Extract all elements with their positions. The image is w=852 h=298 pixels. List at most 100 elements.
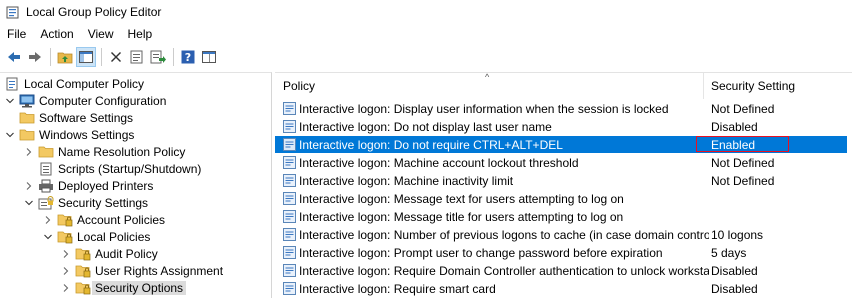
- policy-setting-icon: [283, 263, 297, 278]
- security-setting-value: Not Defined: [711, 101, 775, 116]
- policy-name: Interactive logon: Do not require CTRL+A…: [299, 137, 563, 152]
- tree-item[interactable]: Windows Settings: [4, 126, 134, 143]
- policy-name: Interactive logon: Require Domain Contro…: [299, 263, 709, 278]
- help-icon[interactable]: ?: [178, 47, 198, 67]
- table-row[interactable]: Interactive logon: Machine account locko…: [275, 154, 847, 171]
- chevron-right-icon[interactable]: [42, 214, 54, 226]
- folder-icon: [19, 128, 35, 142]
- table-row[interactable]: Interactive logon: Require Domain Contro…: [275, 262, 847, 279]
- tree-item[interactable]: Audit Policy: [60, 245, 158, 262]
- chevron-right-icon[interactable]: [60, 248, 72, 260]
- tree-item-label: Windows Settings: [39, 127, 135, 142]
- chevron-right-icon[interactable]: [23, 180, 35, 192]
- chevron-down-icon[interactable]: [4, 129, 16, 141]
- menu-file[interactable]: File: [0, 27, 33, 41]
- locked-folder-icon: [75, 264, 91, 278]
- column-divider[interactable]: [703, 73, 704, 99]
- chevron-right-icon[interactable]: [60, 282, 72, 294]
- menu-bar: File Action View Help: [0, 24, 159, 44]
- locked-folder-icon: [75, 281, 91, 295]
- locked-folder-icon: [57, 213, 73, 227]
- security-setting-value: Not Defined: [711, 173, 775, 188]
- up-folder-icon[interactable]: [55, 47, 75, 67]
- security-setting-value: 10 logons: [711, 227, 764, 242]
- tree-item-label: Security Options: [92, 280, 187, 295]
- table-row[interactable]: Interactive logon: Do not display last u…: [275, 118, 847, 135]
- table-row[interactable]: Interactive logon: Machine inactivity li…: [275, 172, 847, 189]
- forward-arrow-icon[interactable]: [25, 47, 45, 67]
- tree-item[interactable]: Local Computer Policy: [4, 75, 144, 92]
- policy-setting-icon: [283, 155, 297, 170]
- tree-item-label: Deployed Printers: [58, 178, 154, 193]
- locked-folder-icon: [57, 230, 73, 244]
- column-header-security-setting[interactable]: Security Setting: [711, 79, 795, 93]
- toolbar-separator: [50, 48, 51, 66]
- policy-scroll-icon: [4, 77, 20, 91]
- tree-item[interactable]: Account Policies: [42, 211, 165, 228]
- tree-item[interactable]: Software Settings: [4, 109, 133, 126]
- column-header-policy[interactable]: Policy: [283, 79, 315, 93]
- sort-ascending-icon: ^: [485, 72, 490, 82]
- table-row[interactable]: Interactive logon: Do not require CTRL+A…: [275, 136, 847, 153]
- console-tree: Local Computer Policy Computer Configurat…: [0, 72, 272, 298]
- menu-view[interactable]: View: [81, 27, 121, 41]
- tree-item[interactable]: Name Resolution Policy: [23, 143, 185, 160]
- policy-name: Interactive logon: Message title for use…: [299, 209, 624, 224]
- back-arrow-icon[interactable]: [4, 47, 24, 67]
- tree-item[interactable]: User Rights Assignment: [60, 262, 223, 279]
- tree-item[interactable]: Computer Configuration: [4, 92, 166, 109]
- tree-item[interactable]: Security Settings: [23, 194, 148, 211]
- security-setting-value: 5 days: [711, 245, 747, 260]
- policy-setting-icon: [283, 227, 297, 242]
- policy-setting-icon: [283, 137, 297, 152]
- security-setting-value: Disabled: [711, 263, 758, 278]
- table-row[interactable]: Interactive logon: Message title for use…: [275, 208, 847, 225]
- tree-item[interactable]: Security Options: [60, 279, 187, 296]
- policy-name: Interactive logon: Prompt user to change…: [299, 245, 663, 260]
- tree-item[interactable]: Local Policies: [42, 228, 150, 245]
- security-icon: [38, 195, 54, 210]
- policy-setting-icon: [283, 173, 297, 188]
- script-icon: [38, 162, 54, 176]
- policy-setting-icon: [283, 191, 297, 206]
- delete-icon[interactable]: [106, 47, 126, 67]
- tree-item[interactable]: Deployed Printers: [23, 177, 153, 194]
- policy-name: Interactive logon: Message text for user…: [299, 191, 624, 206]
- menu-action[interactable]: Action: [33, 27, 80, 41]
- policy-setting-icon: [283, 119, 297, 134]
- show-hide-tree-icon[interactable]: [76, 47, 96, 67]
- chevron-right-icon[interactable]: [23, 146, 35, 158]
- policy-name: Interactive logon: Display user informat…: [299, 101, 669, 116]
- chevron-right-icon[interactable]: [60, 265, 72, 277]
- tree-item-label: User Rights Assignment: [95, 263, 224, 278]
- table-row[interactable]: Interactive logon: Number of previous lo…: [275, 226, 847, 243]
- policy-setting-icon: [283, 101, 297, 116]
- chevron-down-icon[interactable]: [23, 197, 35, 209]
- table-row[interactable]: Interactive logon: Message text for user…: [275, 190, 847, 207]
- title-bar: Local Group Policy Editor: [0, 0, 852, 24]
- table-row[interactable]: Interactive logon: Require smart card Dis…: [275, 280, 847, 297]
- toolbar-separator: [173, 48, 174, 66]
- list-header: ^ Policy Security Setting: [275, 73, 852, 99]
- properties-icon[interactable]: [127, 47, 147, 67]
- export-list-icon[interactable]: [148, 47, 168, 67]
- table-row[interactable]: Interactive logon: Display user informat…: [275, 100, 847, 117]
- policy-name: Interactive logon: Number of previous lo…: [299, 227, 709, 242]
- menu-help[interactable]: Help: [121, 27, 160, 41]
- table-row[interactable]: Interactive logon: Prompt user to change…: [275, 244, 847, 261]
- tree-item-label: Audit Policy: [95, 246, 158, 261]
- security-setting-value: Enabled: [711, 137, 756, 152]
- tree-item-label: Security Settings: [58, 195, 149, 210]
- extended-view-icon[interactable]: [199, 47, 219, 67]
- tree-item-label: Account Policies: [77, 212, 166, 227]
- tree-item[interactable]: Scripts (Startup/Shutdown): [23, 160, 201, 177]
- toolbar-separator: [101, 48, 102, 66]
- tree-item-label: Name Resolution Policy: [58, 144, 186, 159]
- policy-name: Interactive logon: Machine inactivity li…: [299, 173, 514, 188]
- tree-item-label: Computer Configuration: [39, 93, 167, 108]
- chevron-down-icon[interactable]: [42, 231, 54, 243]
- tree-item-label: Scripts (Startup/Shutdown): [58, 161, 202, 176]
- chevron-down-icon[interactable]: [4, 95, 16, 107]
- policy-name: Interactive logon: Require smart card: [299, 281, 496, 296]
